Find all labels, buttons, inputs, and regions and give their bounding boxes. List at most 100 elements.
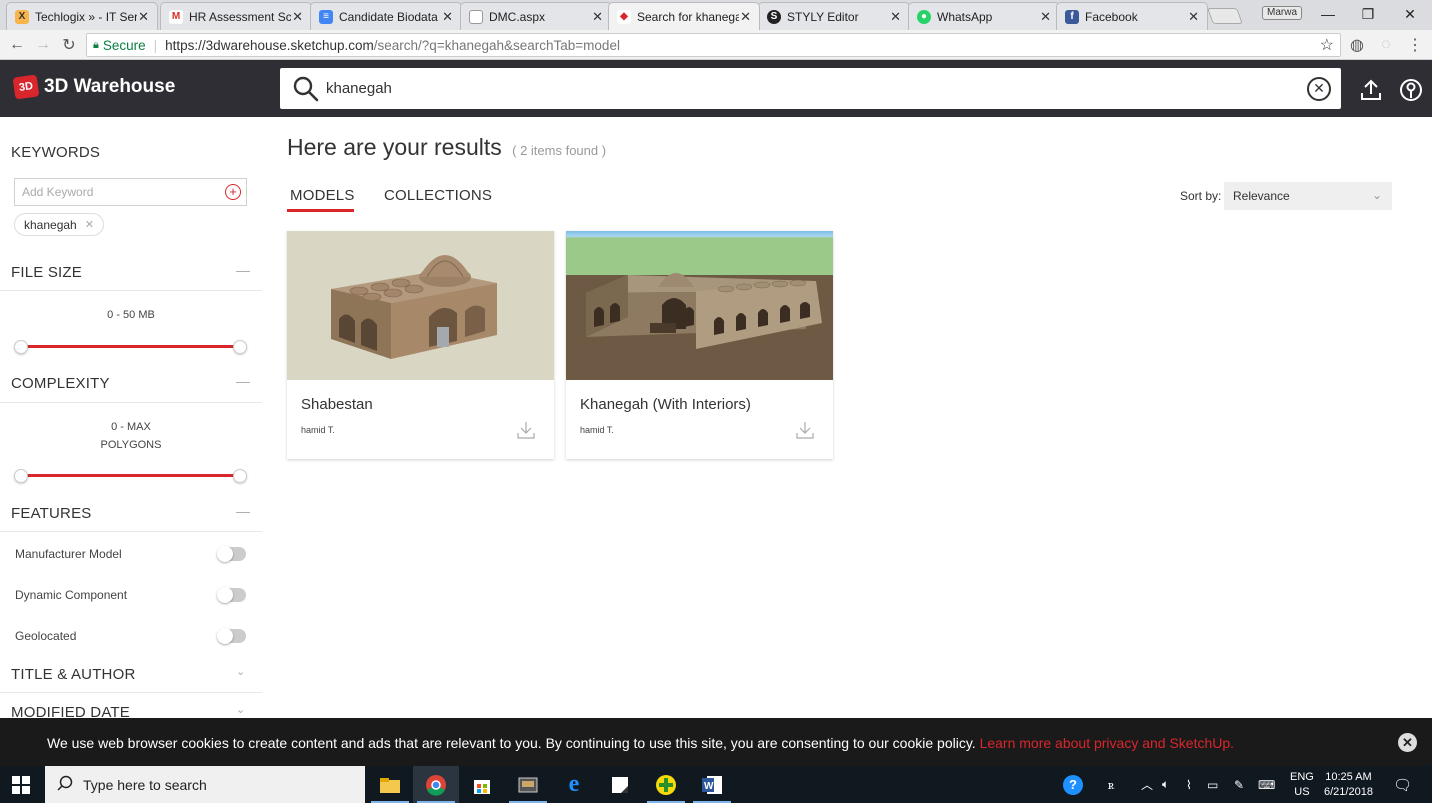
browser-tab[interactable]: M HR Assessment Sch ✕ xyxy=(160,2,312,30)
tab-models[interactable]: MODELS xyxy=(290,187,355,204)
extension-icon[interactable]: ◍ xyxy=(1346,34,1368,56)
close-tab-icon[interactable]: ✕ xyxy=(889,9,901,25)
store-icon[interactable] xyxy=(459,766,505,803)
browser-tab[interactable]: X Techlogix » - IT Ser ✕ xyxy=(6,2,158,30)
collapse-icon[interactable]: — xyxy=(236,503,250,519)
file-size-heading[interactable]: FILE SIZE xyxy=(11,264,82,281)
clear-search-icon[interactable]: ✕ xyxy=(1307,76,1331,101)
close-tab-icon[interactable]: ✕ xyxy=(137,9,149,25)
close-window-icon[interactable]: ✕ xyxy=(1390,0,1430,28)
volume-icon[interactable]: 🔈︎ xyxy=(1162,766,1169,803)
title-author-heading[interactable]: TITLE & AUTHOR xyxy=(11,666,136,683)
model-title[interactable]: Khanegah (With Interiors) xyxy=(580,396,751,413)
language-indicator[interactable]: ENG US xyxy=(1290,766,1314,803)
logo[interactable]: 3D 3D Warehouse xyxy=(12,74,175,100)
browser-tab[interactable]: ● WhatsApp ✕ xyxy=(908,2,1060,30)
cookie-text: We use web browser cookies to create con… xyxy=(47,735,976,751)
download-icon[interactable] xyxy=(796,421,814,439)
browser-tab[interactable]: DMC.aspx ✕ xyxy=(460,2,612,30)
keyboard-icon[interactable]: ⌨ xyxy=(1258,766,1275,803)
browser-tab-active[interactable]: ◆ Search for khanega ✕ xyxy=(608,2,760,30)
search-input[interactable] xyxy=(326,73,1307,104)
file-size-min-handle[interactable] xyxy=(14,340,28,354)
manufacturer-model-toggle[interactable] xyxy=(217,546,246,562)
notifications-icon[interactable]: 🗨︎ xyxy=(1393,766,1412,803)
collapse-icon[interactable]: — xyxy=(236,373,250,389)
close-tab-icon[interactable]: ✕ xyxy=(291,9,303,25)
model-card[interactable]: Shabestan hamid T. xyxy=(287,231,554,459)
chevron-up-icon[interactable]: ︿ xyxy=(1141,766,1153,803)
keyword-input[interactable] xyxy=(15,185,225,199)
feature-label: Manufacturer Model xyxy=(15,547,122,561)
new-tab-button[interactable] xyxy=(1207,8,1243,24)
back-icon[interactable]: ← xyxy=(6,34,28,56)
close-tab-icon[interactable]: ✕ xyxy=(739,9,751,25)
model-author[interactable]: hamid T. xyxy=(580,425,614,435)
model-card[interactable]: Khanegah (With Interiors) hamid T. xyxy=(566,231,833,459)
url-path: /search/?q=khanegah&searchTab=model xyxy=(373,37,620,53)
3d-warehouse-favicon-icon: ◆ xyxy=(617,9,631,24)
add-keyword-icon[interactable]: + xyxy=(225,184,241,200)
chevron-down-icon[interactable]: ⌄ xyxy=(236,665,245,678)
search-icon[interactable] xyxy=(286,76,326,102)
modified-date-heading[interactable]: MODIFIED DATE xyxy=(11,704,130,718)
close-tab-icon[interactable]: ✕ xyxy=(591,9,603,25)
sticky-notes-icon[interactable] xyxy=(597,766,643,803)
tab-title: DMC.aspx xyxy=(489,9,546,24)
divider xyxy=(0,692,262,693)
collapse-icon[interactable]: — xyxy=(236,262,250,278)
close-cookie-banner-icon[interactable]: ✕ xyxy=(1398,733,1417,752)
browser-tab[interactable]: S STYLY Editor ✕ xyxy=(758,2,910,30)
reload-icon[interactable]: ↻ xyxy=(58,34,80,56)
app-icon[interactable] xyxy=(505,766,551,803)
browser-tab[interactable]: f Facebook ✕ xyxy=(1056,2,1208,30)
features-heading[interactable]: FEATURES xyxy=(11,505,92,522)
edge-icon[interactable]: e xyxy=(551,766,597,803)
model-author[interactable]: hamid T. xyxy=(301,425,335,435)
model-thumbnail[interactable] xyxy=(287,231,554,380)
address-bar[interactable]: 🔒︎ Secure | https://3dwarehouse.sketchup… xyxy=(86,33,1341,57)
sort-dropdown[interactable]: Relevance ⌄ xyxy=(1224,182,1392,210)
forward-icon[interactable]: → xyxy=(32,34,54,56)
browser-tab[interactable]: ≡ Candidate Biodata ✕ xyxy=(310,2,462,30)
close-tab-icon[interactable]: ✕ xyxy=(1187,9,1199,25)
privacy-link[interactable]: Learn more about privacy and SketchUp. xyxy=(980,735,1234,751)
download-icon[interactable] xyxy=(517,421,535,439)
search-bar: ✕ xyxy=(280,68,1341,109)
battery-icon[interactable]: ▭ xyxy=(1207,766,1218,803)
restore-icon[interactable]: ❐ xyxy=(1348,0,1388,28)
complexity-heading[interactable]: COMPLEXITY xyxy=(11,375,110,392)
people-icon[interactable]: ꭱ xyxy=(1108,766,1114,803)
model-title[interactable]: Shabestan xyxy=(301,396,373,413)
chevron-down-icon[interactable]: ⌄ xyxy=(236,703,245,716)
geolocated-toggle[interactable] xyxy=(217,628,246,644)
keyword-chip: khanegah ✕ xyxy=(14,213,104,236)
app-icon[interactable] xyxy=(643,766,689,803)
tab-title: WhatsApp xyxy=(937,9,993,24)
file-size-max-handle[interactable] xyxy=(233,340,247,354)
complexity-max-handle[interactable] xyxy=(233,469,247,483)
windows-start-icon[interactable] xyxy=(12,776,30,794)
remove-keyword-icon[interactable]: ✕ xyxy=(85,218,94,231)
tab-collections[interactable]: COLLECTIONS xyxy=(384,187,492,204)
upload-icon[interactable] xyxy=(1359,78,1383,102)
pen-icon[interactable]: ✎ xyxy=(1234,766,1244,803)
chrome-icon[interactable] xyxy=(413,766,459,803)
wifi-icon[interactable]: ⌇ xyxy=(1186,766,1192,803)
minimize-icon[interactable]: — xyxy=(1308,0,1348,28)
dynamic-component-toggle[interactable] xyxy=(217,587,246,603)
help-icon[interactable]: ? xyxy=(1063,766,1083,803)
word-icon[interactable]: W xyxy=(689,766,735,803)
bookmark-star-icon[interactable]: ☆ xyxy=(1320,35,1334,55)
file-explorer-icon[interactable] xyxy=(367,766,413,803)
close-tab-icon[interactable]: ✕ xyxy=(441,9,453,25)
taskbar-search[interactable]: Type here to search xyxy=(45,766,365,803)
clock[interactable]: 10:25 AM 6/21/2018 xyxy=(1324,766,1373,803)
complexity-min-handle[interactable] xyxy=(14,469,28,483)
profile-button[interactable]: Marwa xyxy=(1262,6,1303,20)
model-thumbnail[interactable] xyxy=(566,231,833,380)
account-icon[interactable] xyxy=(1399,78,1423,102)
menu-kebab-icon[interactable]: ⋮ xyxy=(1404,34,1426,56)
extension-icon[interactable]: ◌ xyxy=(1375,34,1397,56)
close-tab-icon[interactable]: ✕ xyxy=(1039,9,1051,25)
